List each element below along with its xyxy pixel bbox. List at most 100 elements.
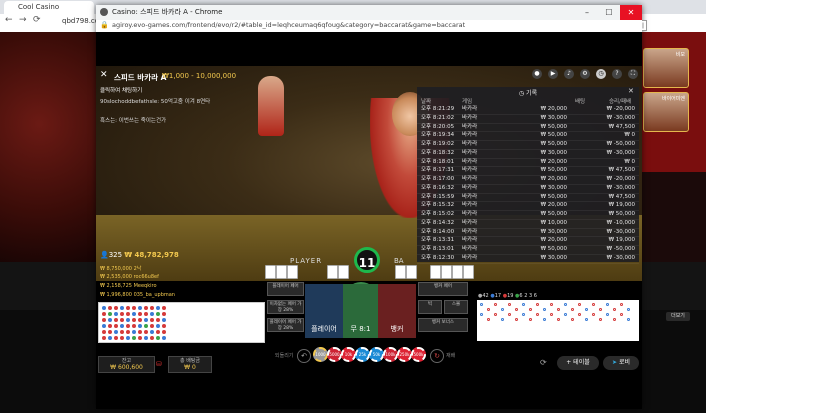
big-road[interactable] — [477, 300, 639, 341]
player-pair-bet[interactable]: 플레이어 페어 — [267, 282, 304, 296]
refresh-icon[interactable]: ⟳ — [540, 358, 547, 367]
history-cell: ₩ 30,000 — [540, 149, 567, 156]
chip[interactable]: 500k — [411, 347, 426, 362]
chip[interactable]: 250k — [397, 347, 412, 362]
road-stat: 6 — [519, 293, 523, 299]
close-game-icon[interactable]: ✕ — [100, 70, 108, 80]
road-bead — [138, 318, 142, 322]
video-icon[interactable]: ▶ — [548, 69, 558, 79]
bead-road[interactable] — [98, 302, 265, 343]
history-close-icon[interactable]: ✕ — [628, 87, 634, 95]
road-bead — [156, 336, 160, 340]
maximize-icon[interactable]: ☐ — [598, 5, 620, 20]
road-mark — [620, 303, 623, 306]
tables-button[interactable]: + 테이블 — [557, 356, 599, 370]
settings-icon[interactable]: ⚙ — [580, 69, 590, 79]
road-mark — [494, 303, 497, 306]
reload-icon[interactable]: ⟳ — [33, 15, 41, 25]
dealer-tile[interactable]: 비모 — [643, 48, 689, 88]
small-bet[interactable]: 스몰 — [444, 300, 468, 314]
history-row: 오후 8:18:32 바카라 ₩ 30,000 ₩ -30,000 — [417, 150, 639, 159]
road-bead — [144, 306, 148, 310]
road-mark — [522, 303, 525, 306]
back-icon[interactable]: ← — [5, 15, 13, 25]
table-balance-value: ₩ 48,782,978 — [124, 251, 179, 259]
rebet-label: 재배 — [446, 353, 456, 359]
history-icon[interactable]: ◷ — [596, 69, 606, 79]
road-stats: ●42 ●17 ●19 ●6 2 3 6 — [478, 293, 537, 299]
history-row: 오후 8:18:01 바카라 ₩ 20,000 ₩ 0 — [417, 159, 639, 168]
history-title-text: 기록 — [526, 90, 538, 97]
road-bead — [150, 336, 154, 340]
road-bead — [138, 306, 142, 310]
minimize-icon[interactable]: – — [576, 5, 598, 20]
road-bead — [126, 318, 130, 322]
winner-item: ₩ 8,750,000 2낙 — [100, 266, 142, 272]
banker-bet[interactable]: 뱅커 — [378, 284, 416, 338]
road-mark — [627, 308, 630, 311]
chat-prompt[interactable]: 클릭하여 채팅하기 — [100, 86, 142, 94]
history-cell: ₩ 20,000 — [540, 158, 567, 165]
history-cell: ₩ 50,000 — [540, 211, 567, 217]
history-cell: ₩ 50,000 — [540, 141, 567, 147]
chip[interactable]: 50k — [369, 347, 384, 362]
player-bet[interactable]: 플레이어 — [305, 284, 343, 338]
road-bead — [150, 330, 154, 334]
history-cell: ₩ -50,000 — [606, 141, 635, 147]
chip[interactable]: 100k — [383, 347, 398, 362]
road-mark — [515, 308, 518, 311]
chips-icon[interactable]: ● — [532, 69, 542, 79]
popup-url-text[interactable]: agiroy.evo-games.com/frontend/evo/r2/#ta… — [112, 21, 465, 29]
more-button[interactable]: 더보기 — [666, 312, 690, 321]
chip[interactable]: 25k — [355, 347, 370, 362]
road-bead — [138, 330, 142, 334]
tie-bet[interactable]: 무 8:1 — [343, 284, 378, 338]
outer-tab[interactable]: Cool Casino — [4, 1, 94, 14]
help-icon[interactable]: ? — [612, 69, 622, 79]
road-bead — [144, 336, 148, 340]
either-pair-bet[interactable]: 이차없는 페어 가장 28% — [267, 300, 304, 314]
history-cell: ₩ 19,000 — [608, 237, 635, 244]
fullscreen-icon[interactable]: ⛶ — [628, 69, 638, 79]
road-bead — [132, 312, 136, 316]
history-row: 오후 8:21:29 바카라 ₩ 20,000 ₩ -20,000 — [417, 106, 639, 115]
road-bead — [150, 312, 154, 316]
road-bead — [102, 336, 106, 340]
history-cell: 오후 8:19:34 — [421, 132, 455, 139]
dealer-tile[interactable]: 바이어미엔 — [643, 92, 689, 132]
road-mark — [501, 318, 504, 321]
lobby-button[interactable]: ➤ 로비 — [603, 356, 639, 370]
chip[interactable]: 1000 — [313, 347, 328, 362]
road-mark — [529, 318, 532, 321]
road-bead — [102, 318, 106, 322]
road-bead — [162, 330, 166, 334]
road-bead — [156, 306, 160, 310]
perfect-pair-bet[interactable]: 플레이어 페어 가장 28% — [267, 318, 304, 332]
history-cell: 오후 8:15:32 — [421, 202, 455, 209]
history-cell: 오후 8:20:05 — [421, 123, 455, 130]
road-bead — [162, 312, 166, 316]
rebet-button[interactable]: ↻ — [430, 349, 444, 363]
history-cell: 오후 8:13:01 — [421, 246, 455, 252]
chip[interactable]: 5000 — [327, 347, 342, 362]
undo-button[interactable]: ↶ — [297, 349, 311, 363]
big-bet[interactable]: 빅 — [418, 300, 442, 314]
road-mark — [571, 308, 574, 311]
close-window-button[interactable]: ✕ — [620, 5, 642, 20]
road-bead — [114, 330, 118, 334]
banker-bonus-bet[interactable]: 뱅커 보너스 — [418, 318, 468, 332]
history-row: 오후 8:14:00 바카라 ₩ 30,000 ₩ -30,000 — [417, 229, 639, 238]
road-bead — [144, 312, 148, 316]
road-mark — [543, 318, 546, 321]
chip[interactable]: 10k — [341, 347, 356, 362]
road-bead — [156, 312, 160, 316]
history-cell: 바카라 — [462, 219, 478, 226]
banker-pair-bet[interactable]: 뱅커 페어 — [418, 282, 468, 296]
card — [452, 265, 463, 279]
road-mark — [529, 308, 532, 311]
forward-icon[interactable]: → — [19, 15, 27, 25]
history-row: 오후 8:12:30 바카라 ₩ 30,000 ₩ -30,000 — [417, 255, 639, 264]
card — [265, 265, 276, 279]
sound-icon[interactable]: ♪ — [564, 69, 574, 79]
history-row: 오후 8:21:02 바카라 ₩ 30,000 ₩ -30,000 — [417, 115, 639, 124]
